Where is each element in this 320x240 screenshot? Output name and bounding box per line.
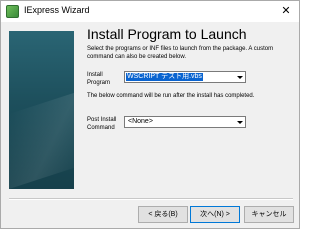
cancel-button[interactable]: キャンセル xyxy=(244,206,294,223)
wizard-banner-image xyxy=(9,31,74,189)
title-bar[interactable]: IExpress Wizard ✕ xyxy=(1,1,299,22)
chevron-down-icon[interactable] xyxy=(235,72,245,82)
post-install-combobox[interactable]: <None> xyxy=(124,116,246,128)
next-button[interactable]: 次へ(N) > xyxy=(190,206,240,223)
back-button[interactable]: < 戻る(B) xyxy=(138,206,188,223)
post-install-value: <None> xyxy=(128,118,153,125)
close-button[interactable]: ✕ xyxy=(279,4,293,18)
post-install-note: The below command will be run after the … xyxy=(87,93,255,99)
chevron-down-icon[interactable] xyxy=(235,117,245,127)
install-program-value: WSCRIPT テスト用.vbs xyxy=(126,73,203,81)
banner-decoration xyxy=(9,88,74,189)
wizard-page: Install Program to Launch Select the pro… xyxy=(82,23,294,193)
page-heading: Install Program to Launch xyxy=(87,26,247,42)
post-install-label: Post Install Command xyxy=(87,117,117,131)
install-program-label: Install Program xyxy=(87,72,111,86)
iexpress-app-icon xyxy=(6,5,19,18)
iexpress-wizard-window: IExpress Wizard ✕ Install Program to Lau… xyxy=(0,0,300,229)
window-title: IExpress Wizard xyxy=(24,5,90,15)
page-description: Select the programs or INF files to laun… xyxy=(87,46,274,60)
install-program-combobox[interactable]: WSCRIPT テスト用.vbs xyxy=(124,71,246,83)
button-divider xyxy=(9,198,293,200)
